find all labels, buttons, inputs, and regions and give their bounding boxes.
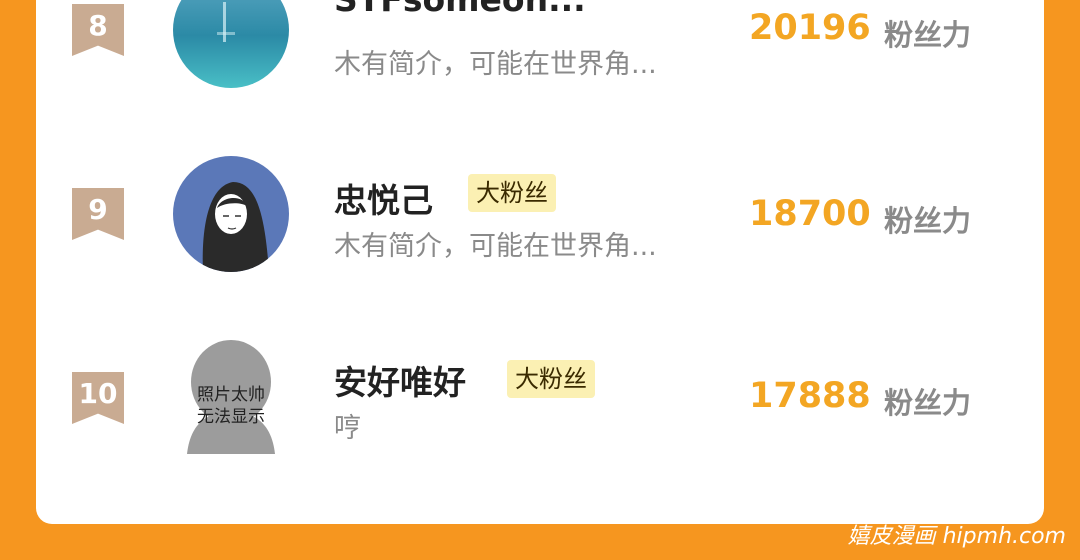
site-watermark: 嬉皮漫画 hipmh.com (847, 524, 1066, 549)
rank-badge: 8 (72, 4, 124, 56)
big-fan-badge: 大粉丝 (468, 174, 556, 212)
avatar[interactable] (173, 0, 289, 88)
ranking-row-10[interactable]: 10 照片太帅 无法显示 安好唯好 大粉丝 哼 17888 粉丝力 (36, 334, 1044, 484)
fan-score: 18700 (749, 194, 871, 234)
fan-score: 20196 (749, 8, 871, 48)
user-name[interactable]: STFsomeon... (334, 0, 586, 19)
big-fan-badge: 大粉丝 (507, 360, 595, 398)
fan-score-unit: 粉丝力 (884, 18, 972, 52)
user-bio: 哼 (334, 413, 361, 444)
ranking-row-9[interactable]: 9 忠悦己 大粉丝 木有简介，可能在世界角... 18700 粉丝力 (36, 150, 1044, 300)
fan-score: 17888 (749, 376, 871, 416)
avatar[interactable] (173, 156, 289, 272)
avatar-placeholder-text: 照片太帅 无法显示 (197, 385, 265, 427)
sea-avatar-image (173, 0, 289, 88)
fan-score-unit: 粉丝力 (884, 204, 972, 238)
ranking-row-8[interactable]: 8 STFsomeon... 木有简介，可能在世界角... 20196 粉丝力 (36, 0, 1044, 118)
user-bio: 木有简介，可能在世界角... (334, 49, 657, 80)
avatar-placeholder[interactable]: 照片太帅 无法显示 (173, 338, 289, 454)
user-name[interactable]: 忠悦己 (334, 174, 433, 222)
rank-badge: 9 (72, 188, 124, 240)
user-bio: 木有简介，可能在世界角... (334, 231, 657, 262)
rank-badge: 10 (72, 372, 124, 424)
fan-score-unit: 粉丝力 (884, 386, 972, 420)
fan-ranking-card: 8 STFsomeon... 木有简介，可能在世界角... 20196 粉丝力 (36, 0, 1044, 524)
user-name[interactable]: 安好唯好 (334, 356, 466, 404)
girl-avatar-image (173, 156, 289, 272)
